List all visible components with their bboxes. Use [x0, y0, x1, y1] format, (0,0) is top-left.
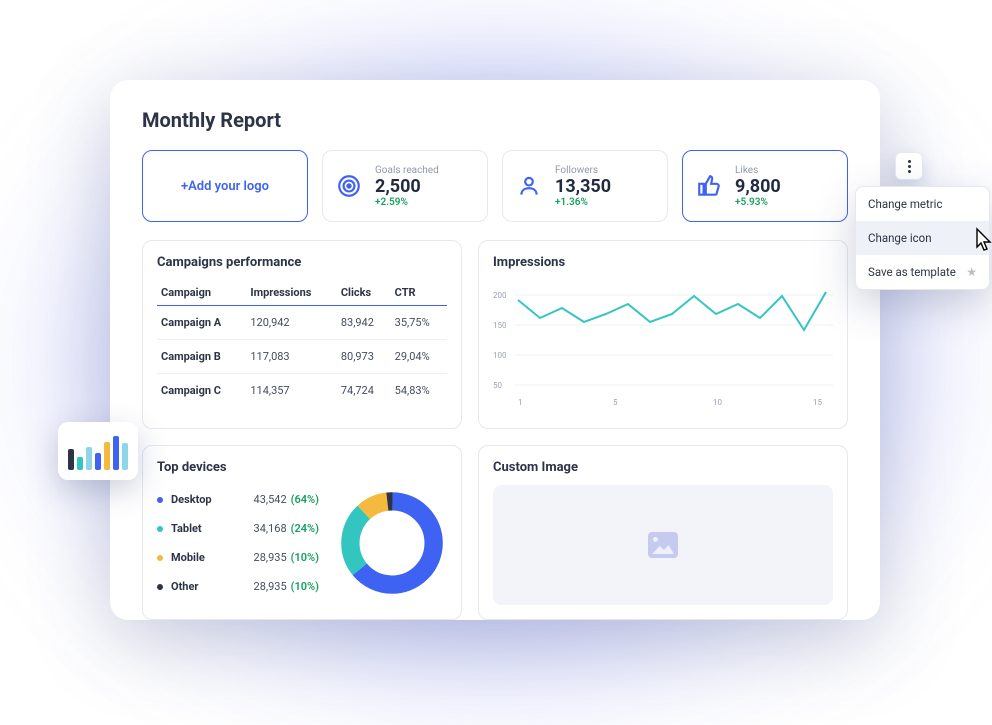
table-row[interactable]: Campaign C 114,357 74,724 54,83% [157, 374, 447, 408]
stat-followers[interactable]: Followers 13,350 +1.36% [502, 150, 668, 222]
thumbs-up-icon [695, 172, 723, 200]
menu-save-template[interactable]: Save as template ★ [856, 255, 989, 289]
legend-dot [157, 497, 163, 503]
stat-value: 2,500 [375, 176, 439, 197]
impressions-panel: Impressions 200 150 100 50 1 5 10 15 [478, 240, 848, 429]
add-logo-label: +Add your logo [181, 179, 269, 194]
legend-dot [157, 584, 163, 590]
list-item[interactable]: Desktop 43,542 (64%) [157, 485, 319, 514]
panel-title: Impressions [493, 255, 833, 270]
stat-value: 9,800 [735, 176, 781, 197]
page-title: Monthly Report [142, 108, 848, 132]
options-menu: Change metric Change icon Save as templa… [855, 186, 990, 290]
stat-likes[interactable]: Likes 9,800 +5.93% [682, 150, 848, 222]
panels-grid: Campaigns performance Campaign Impressio… [142, 240, 848, 620]
legend-dot [157, 555, 163, 561]
devices-donut [337, 488, 447, 598]
svg-text:15: 15 [813, 398, 822, 407]
col-ctr[interactable]: CTR [391, 280, 447, 306]
col-clicks[interactable]: Clicks [337, 280, 391, 306]
panel-title: Campaigns performance [157, 255, 447, 270]
stat-pct: +2.59% [375, 197, 439, 208]
svg-text:10: 10 [713, 398, 722, 407]
legend-dot [157, 526, 163, 532]
svg-text:200: 200 [493, 291, 507, 300]
stat-label: Likes [735, 165, 781, 176]
stat-value: 13,350 [555, 176, 611, 197]
target-icon [335, 172, 363, 200]
svg-text:100: 100 [493, 351, 507, 360]
col-campaign[interactable]: Campaign [157, 280, 246, 306]
stat-label: Followers [555, 165, 611, 176]
report-card: Monthly Report +Add your logo Goals reac… [110, 80, 880, 620]
impressions-chart: 200 150 100 50 1 5 10 15 [493, 280, 833, 410]
image-placeholder-icon [648, 532, 678, 558]
add-logo-button[interactable]: +Add your logo [142, 150, 308, 222]
list-item[interactable]: Tablet 34,168 (24%) [157, 514, 319, 543]
menu-change-metric[interactable]: Change metric [856, 187, 989, 221]
devices-panel: Top devices Desktop 43,542 (64%) Tablet … [142, 445, 462, 620]
stat-pct: +1.36% [555, 197, 611, 208]
more-options-button[interactable] [895, 152, 923, 180]
svg-text:50: 50 [493, 381, 502, 390]
stat-label: Goals reached [375, 165, 439, 176]
stat-pct: +5.93% [735, 197, 781, 208]
campaigns-panel: Campaigns performance Campaign Impressio… [142, 240, 462, 429]
stat-goals[interactable]: Goals reached 2,500 +2.59% [322, 150, 488, 222]
list-item[interactable]: Other 28,935 (10%) [157, 572, 319, 601]
panel-title: Top devices [157, 460, 447, 475]
table-row[interactable]: Campaign B 117,083 80,973 29,04% [157, 340, 447, 374]
panel-title: Custom Image [493, 460, 833, 475]
list-item[interactable]: Mobile 28,935 (10%) [157, 543, 319, 572]
svg-text:150: 150 [493, 321, 507, 330]
campaigns-table: Campaign Impressions Clicks CTR Campaign… [157, 280, 447, 407]
menu-change-icon[interactable]: Change icon [856, 221, 989, 255]
svg-text:1: 1 [518, 398, 523, 407]
bar-chart-badge-icon [58, 422, 138, 480]
custom-image-panel: Custom Image [478, 445, 848, 620]
devices-list: Desktop 43,542 (64%) Tablet 34,168 (24%)… [157, 485, 319, 601]
user-icon [515, 172, 543, 200]
stats-row: +Add your logo Goals reached 2,500 +2.59… [142, 150, 848, 222]
svg-text:5: 5 [613, 398, 618, 407]
star-icon: ★ [966, 265, 977, 279]
col-impressions[interactable]: Impressions [246, 280, 336, 306]
custom-image-drop[interactable] [493, 485, 833, 605]
table-row[interactable]: Campaign A 120,942 83,942 35,75% [157, 306, 447, 340]
